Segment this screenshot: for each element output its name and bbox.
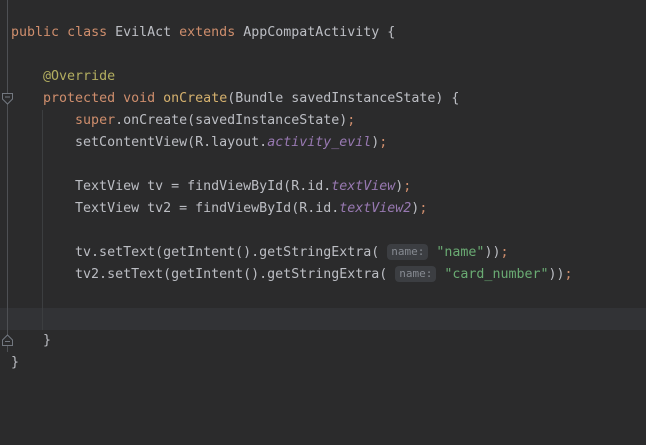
code-token: ; xyxy=(565,267,573,282)
code-token: "name" xyxy=(436,245,484,260)
code-line xyxy=(0,286,646,308)
code-line: public class EvilAct extends AppCompatAc… xyxy=(0,22,646,44)
code-token: onCreate xyxy=(163,91,227,106)
code-token xyxy=(59,25,67,40)
code-token: activity_evil xyxy=(267,135,371,150)
code-token xyxy=(115,91,123,106)
code-token xyxy=(155,91,163,106)
fold-region-start-icon[interactable] xyxy=(1,92,14,105)
code-token: setContentView(R.layout. xyxy=(11,135,267,150)
parameter-hint-pill: name: xyxy=(387,244,428,260)
code-token: TextView tv = findViewById(R.id. xyxy=(11,179,331,194)
code-token: } xyxy=(11,355,19,370)
code-line xyxy=(0,44,646,66)
code-token: (Bundle savedInstanceState) { xyxy=(227,91,459,106)
code-line xyxy=(0,220,646,242)
code-token: .onCreate(savedInstanceState) xyxy=(115,113,347,128)
code-line xyxy=(0,154,646,176)
code-line: TextView tv = findViewById(R.id.textView… xyxy=(0,176,646,198)
code-token: textView2 xyxy=(339,201,411,216)
code-token: ; xyxy=(347,113,355,128)
code-token xyxy=(11,69,43,84)
code-line: tv2.setText(getIntent().getStringExtra( … xyxy=(0,264,646,286)
code-line: @Override xyxy=(0,66,646,88)
code-token: ; xyxy=(500,245,508,260)
code-token: EvilAct xyxy=(107,25,179,40)
code-token: ; xyxy=(403,179,411,194)
code-line xyxy=(0,308,646,330)
code-line: TextView tv2 = findViewById(R.id.textVie… xyxy=(0,198,646,220)
code-token xyxy=(11,91,43,106)
parameter-hint-pill: name: xyxy=(395,266,436,282)
code-line: setContentView(R.layout.activity_evil); xyxy=(0,132,646,154)
code-line: } xyxy=(0,330,646,352)
code-token: protected xyxy=(43,91,115,106)
code-token: "card_number" xyxy=(444,267,548,282)
code-token: ; xyxy=(379,135,387,150)
code-token: void xyxy=(123,91,155,106)
code-line: } xyxy=(0,352,646,374)
code-token: )) xyxy=(484,245,500,260)
code-editor[interactable]: public class EvilAct extends AppCompatAc… xyxy=(0,0,646,445)
code-line: tv.setText(getIntent().getStringExtra( n… xyxy=(0,242,646,264)
code-token: TextView tv2 = findViewById(R.id. xyxy=(11,201,339,216)
code-token: tv.setText(getIntent().getStringExtra( xyxy=(11,245,387,260)
code-line: protected void onCreate(Bundle savedInst… xyxy=(0,88,646,110)
code-token: super xyxy=(75,113,115,128)
code-token: extends xyxy=(179,25,235,40)
code-token: textView xyxy=(331,179,395,194)
code-token: } xyxy=(11,333,51,348)
code-token: class xyxy=(67,25,107,40)
code-token: tv2.setText(getIntent().getStringExtra( xyxy=(11,267,395,282)
code-line: super.onCreate(savedInstanceState); xyxy=(0,110,646,132)
code-token: ; xyxy=(419,201,427,216)
code-token xyxy=(11,113,75,128)
code-token: @Override xyxy=(43,69,115,84)
code-token: AppCompatActivity { xyxy=(235,25,395,40)
code-token: )) xyxy=(548,267,564,282)
code-area: public class EvilAct extends AppCompatAc… xyxy=(0,22,646,374)
code-token: public xyxy=(11,25,59,40)
fold-region-end-icon[interactable] xyxy=(1,334,14,347)
